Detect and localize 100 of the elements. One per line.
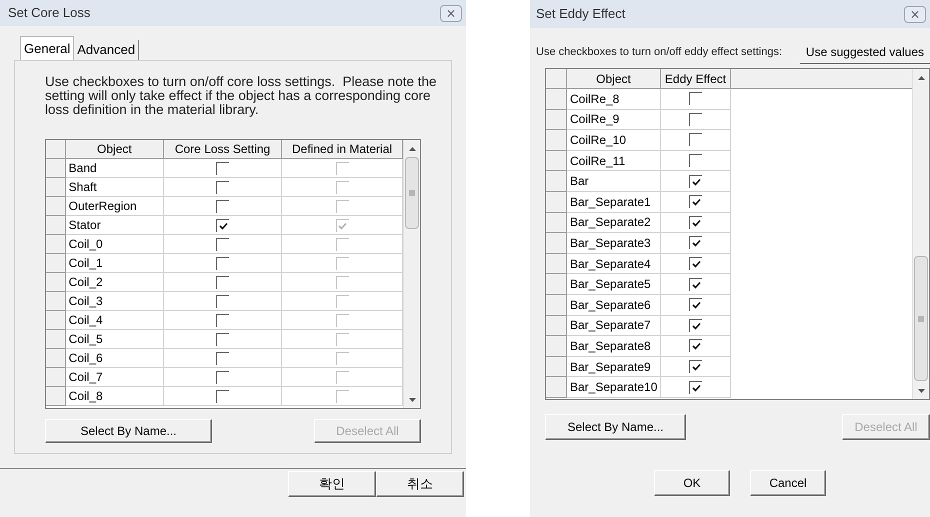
scroll-down-icon[interactable]	[918, 388, 924, 392]
checkmark-icon	[692, 363, 700, 372]
scroll-up-icon[interactable]	[918, 76, 924, 80]
checkbox[interactable]	[689, 318, 702, 332]
row-header[interactable]	[546, 130, 567, 151]
row-header[interactable]	[546, 336, 567, 357]
checkbox[interactable]	[689, 216, 702, 229]
dialog-button[interactable]: OK	[654, 470, 730, 496]
row-header[interactable]	[546, 254, 567, 274]
checkmark-icon	[692, 178, 700, 186]
checkbox[interactable]	[216, 332, 230, 346]
dialog-button[interactable]: Cancel	[750, 470, 826, 496]
row-header[interactable]	[46, 387, 66, 406]
instructions-text: Use checkboxes to turn on/off eddy effect settings:	[536, 44, 782, 60]
row-header[interactable]	[46, 235, 66, 254]
row-header[interactable]	[546, 212, 567, 234]
checkbox[interactable]	[689, 360, 702, 374]
checkbox[interactable]	[216, 218, 230, 232]
scroll-thumb[interactable]	[914, 256, 928, 381]
row-header[interactable]	[46, 330, 66, 349]
dialog-button[interactable]: Select By Name...	[45, 419, 212, 443]
grip-icon	[918, 316, 924, 322]
dialog-button[interactable]: Select By Name...	[545, 414, 686, 440]
checkmark-icon	[692, 301, 700, 310]
row-header[interactable]	[546, 192, 567, 213]
table-cell: Bar_Separate7	[567, 316, 661, 336]
table-cell: Bar_Separate10	[567, 377, 661, 398]
table-cell: Band	[66, 159, 164, 178]
table-cell: Coil_1	[66, 254, 164, 273]
checkbox[interactable]	[689, 278, 702, 291]
checkmark-icon	[692, 342, 700, 350]
column-header[interactable]: Eddy Effect	[661, 69, 731, 89]
dialog-button[interactable]: 확인	[288, 471, 376, 497]
window-title: Set Core Loss	[8, 4, 90, 22]
checkbox[interactable]	[689, 112, 702, 126]
window-title: Set Eddy Effect	[536, 5, 626, 24]
checkbox[interactable]	[216, 370, 230, 384]
table-cell: Bar	[567, 171, 661, 192]
tab[interactable]: General	[20, 36, 74, 60]
row-header[interactable]	[46, 178, 66, 197]
checkbox[interactable]	[216, 200, 230, 212]
row-header[interactable]	[46, 292, 66, 311]
close-button[interactable]: ⨯	[440, 4, 462, 22]
checkbox[interactable]	[216, 238, 230, 250]
row-header[interactable]	[546, 171, 567, 192]
checkbox[interactable]	[689, 154, 702, 168]
dialog-button[interactable]: 취소	[376, 471, 464, 497]
table-cell: CoilRe_10	[567, 130, 661, 151]
checkmark-icon	[692, 218, 700, 227]
checkmark-icon	[338, 222, 348, 230]
checkbox[interactable]	[216, 256, 230, 270]
checkbox[interactable]	[216, 162, 230, 174]
row-header[interactable]	[546, 110, 567, 130]
row-header[interactable]	[546, 294, 567, 316]
table-cell: Coil_6	[66, 349, 164, 368]
table-cell: Coil_3	[66, 292, 164, 311]
checkbox[interactable]	[216, 276, 230, 288]
table-cell: Coil_5	[66, 330, 164, 349]
table-cell: Coil_2	[66, 273, 164, 292]
row-header[interactable]	[546, 233, 567, 254]
checkbox[interactable]	[216, 314, 230, 326]
close-button[interactable]: ⨯	[904, 6, 926, 22]
row-header[interactable]	[546, 356, 567, 378]
row-header[interactable]	[46, 254, 66, 273]
scrollbar[interactable]	[912, 69, 929, 399]
table-cell: OuterRegion	[66, 197, 164, 216]
checkbox[interactable]	[216, 390, 230, 402]
row-header[interactable]	[546, 150, 567, 172]
row-header[interactable]	[46, 368, 66, 387]
row-header[interactable]	[46, 216, 66, 235]
row-header[interactable]	[546, 316, 567, 336]
column-header[interactable]: Object	[66, 140, 164, 159]
table-cell: Bar_Separate3	[567, 233, 661, 254]
checkbox[interactable]	[216, 294, 230, 308]
row-header[interactable]	[46, 159, 66, 178]
checkmark-icon	[218, 222, 228, 230]
row-header[interactable]	[46, 197, 66, 216]
column-header[interactable]: Core Loss Setting	[164, 140, 282, 159]
table-cell: Bar_Separate5	[567, 274, 661, 295]
checkmark-icon	[692, 384, 700, 392]
table-cell: Coil_7	[66, 368, 164, 387]
scroll-up-icon[interactable]	[408, 146, 416, 150]
checkbox[interactable]	[216, 352, 230, 364]
table-cell: Bar_Separate2	[567, 212, 661, 234]
row-header[interactable]	[546, 377, 567, 398]
table-cell: Bar_Separate8	[567, 336, 661, 357]
table-cell: Bar_Separate6	[567, 294, 661, 316]
checkbox[interactable]	[689, 380, 702, 394]
checkbox[interactable]	[689, 257, 702, 270]
checkbox[interactable]	[689, 174, 702, 188]
row-header[interactable]	[546, 274, 567, 295]
scroll-thumb[interactable]	[405, 157, 419, 229]
row-header[interactable]	[46, 349, 66, 368]
checkbox[interactable]	[216, 180, 230, 194]
column-header[interactable]: Object	[567, 69, 661, 89]
row-header[interactable]	[46, 311, 66, 330]
row-header[interactable]	[546, 89, 567, 110]
row-header[interactable]	[46, 273, 66, 292]
scrollbar[interactable]	[403, 140, 420, 408]
scroll-down-icon[interactable]	[408, 398, 416, 402]
